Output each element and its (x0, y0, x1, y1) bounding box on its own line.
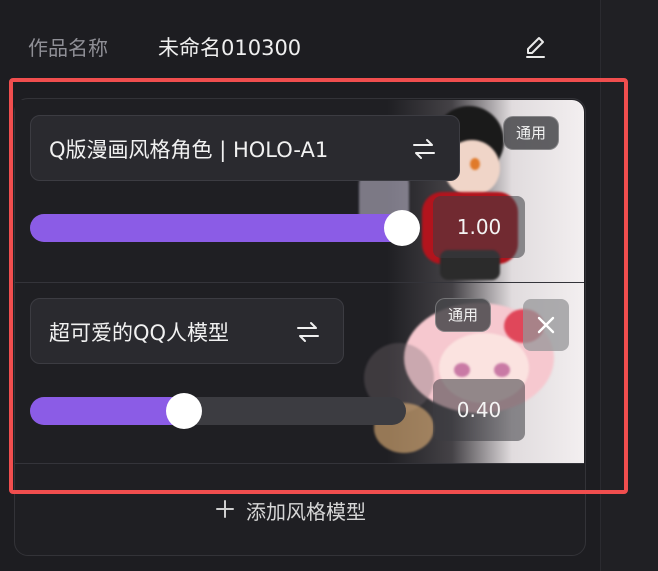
edit-icon[interactable] (520, 32, 550, 62)
weight-value[interactable]: 1.00 (433, 196, 525, 258)
remove-model-button[interactable] (523, 299, 569, 351)
model-name-selector[interactable]: 超可爱的QQ人模型 (30, 298, 344, 364)
swap-icon[interactable] (411, 137, 437, 161)
weight-slider[interactable] (30, 393, 406, 429)
weight-value[interactable]: 0.40 (433, 379, 525, 441)
work-name-label: 作品名称 (28, 36, 108, 60)
work-name-value: 未命名010300 (158, 36, 302, 60)
add-style-model-label: 添加风格模型 (246, 500, 366, 524)
slider-fill (30, 214, 408, 242)
style-model-card: 超可爱的QQ人模型 通用 0.40 (15, 283, 584, 464)
close-icon (537, 316, 555, 334)
general-badge: 通用 (503, 116, 560, 150)
general-badge: 通用 (435, 298, 492, 332)
slider-thumb[interactable] (384, 210, 420, 246)
weight-slider[interactable] (30, 210, 420, 246)
style-model-card: Q版漫画风格角色 | HOLO-A1 通用 1.00 (15, 100, 584, 283)
model-name-selector[interactable]: Q版漫画风格角色 | HOLO-A1 (30, 115, 460, 181)
add-style-model-button[interactable]: 添加风格模型 (14, 470, 584, 550)
right-scroll-area (601, 0, 658, 571)
slider-thumb[interactable] (166, 393, 202, 429)
model-name: 超可爱的QQ人模型 (49, 321, 230, 345)
model-name: Q版漫画风格角色 | HOLO-A1 (49, 138, 329, 162)
swap-icon[interactable] (295, 320, 321, 344)
plus-icon (214, 498, 236, 520)
